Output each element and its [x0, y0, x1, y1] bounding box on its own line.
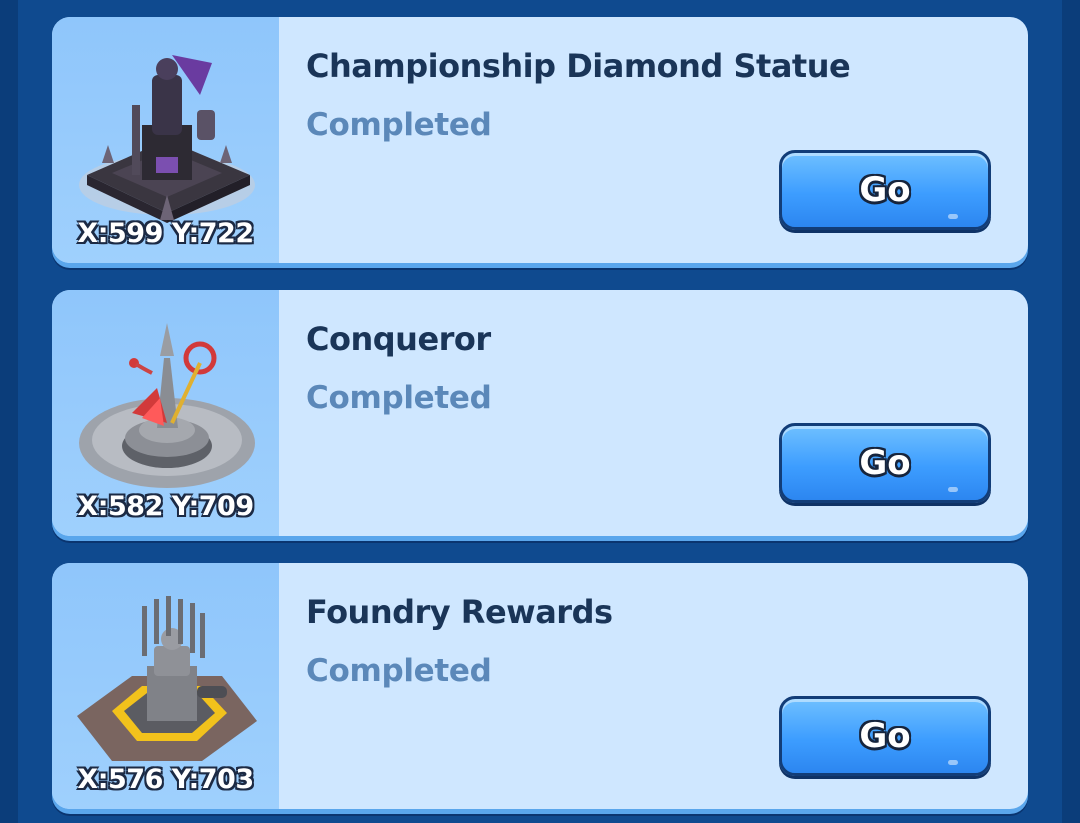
- coordinates-label: X:576 Y:703: [77, 764, 254, 795]
- list-item: X:599 Y:722 Championship Diamond Statue …: [52, 17, 1028, 263]
- go-button-label: Go: [859, 716, 911, 756]
- location-thumbnail: X:582 Y:709: [52, 290, 279, 536]
- go-button-label: Go: [859, 443, 911, 483]
- location-title: Conqueror: [306, 320, 491, 358]
- go-button[interactable]: Go: [779, 696, 991, 776]
- diamond-statue-icon: [79, 55, 255, 223]
- list-item: X:576 Y:703 Foundry Rewards Completed Go: [52, 563, 1028, 809]
- location-list: X:599 Y:722 Championship Diamond Statue …: [52, 17, 1028, 809]
- left-frame: [0, 0, 18, 823]
- location-title: Championship Diamond Statue: [306, 47, 851, 85]
- status-text: Completed: [306, 107, 492, 143]
- go-button[interactable]: Go: [779, 423, 991, 503]
- go-button[interactable]: Go: [779, 150, 991, 230]
- button-shine: [948, 760, 958, 765]
- conqueror-statue-icon: [79, 323, 255, 488]
- foundry-throne-icon: [77, 596, 257, 761]
- button-shine: [948, 214, 958, 219]
- coordinates-label: X:582 Y:709: [77, 491, 254, 522]
- location-title: Foundry Rewards: [306, 593, 613, 631]
- go-button-label: Go: [859, 170, 911, 210]
- location-thumbnail: X:599 Y:722: [52, 17, 279, 263]
- button-shine: [948, 487, 958, 492]
- coordinates-label: X:599 Y:722: [77, 218, 254, 249]
- status-text: Completed: [306, 380, 492, 416]
- location-thumbnail: X:576 Y:703: [52, 563, 279, 809]
- status-text: Completed: [306, 653, 492, 689]
- right-frame: [1062, 0, 1080, 823]
- list-item: X:582 Y:709 Conqueror Completed Go: [52, 290, 1028, 536]
